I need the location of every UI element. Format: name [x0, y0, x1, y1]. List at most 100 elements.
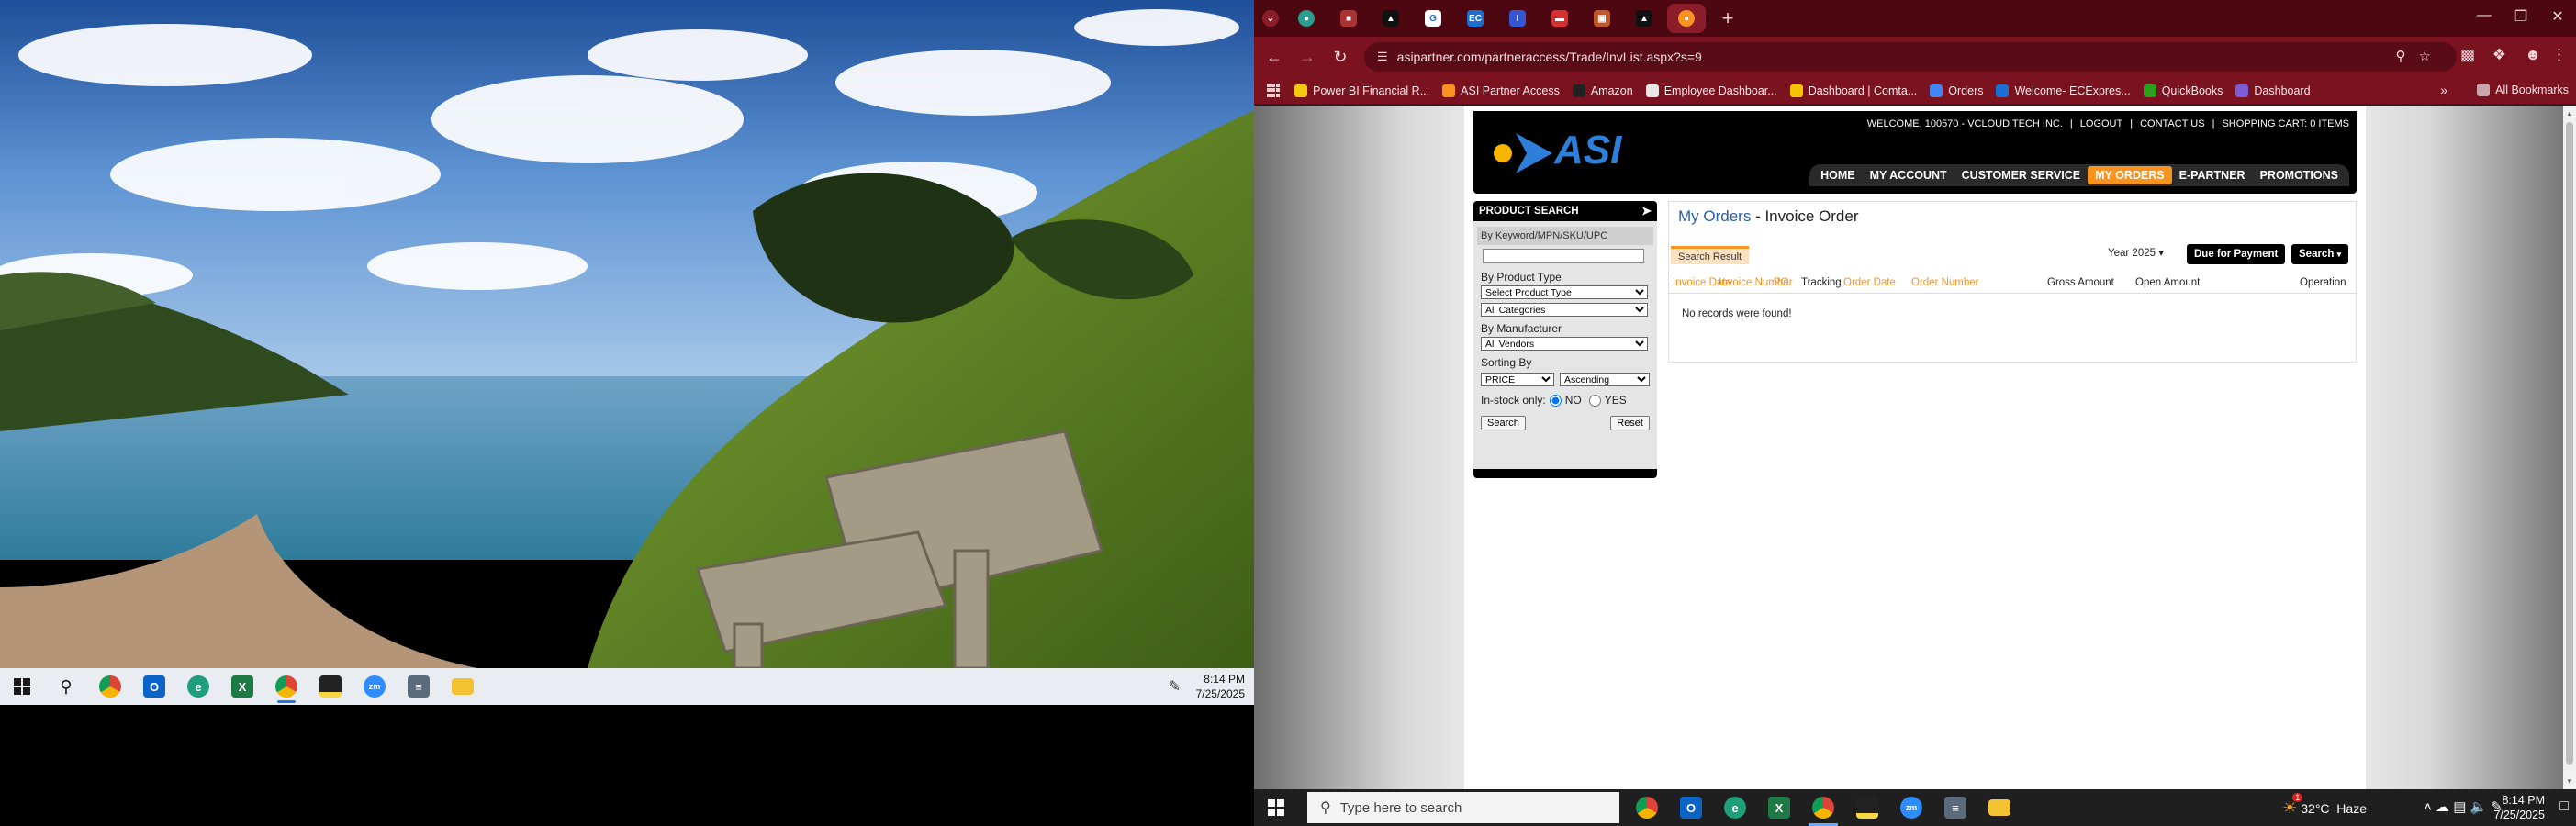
profile-avatar-icon[interactable]: ☻	[2525, 46, 2541, 64]
bookmark-item[interactable]: Dashboard | Comta...	[1789, 84, 1917, 97]
shopping-cart-link[interactable]: SHOPPING CART: 0 ITEMS	[2222, 118, 2349, 129]
start-button[interactable]	[0, 668, 44, 705]
taskbar-chrome-2[interactable]	[1801, 789, 1845, 826]
forward-button[interactable]: →	[1291, 40, 1324, 73]
maximize-button[interactable]: ❐	[2503, 7, 2539, 26]
contact-us-link[interactable]: CONTACT US	[2140, 118, 2205, 129]
browser-tab-2[interactable]: ■	[1329, 4, 1368, 33]
taskbar-edge[interactable]: e	[1713, 789, 1757, 826]
taskbar-calculator[interactable]: ≡	[397, 668, 441, 705]
taskbar-outlook[interactable]: O	[132, 668, 176, 705]
taskbar-outlook[interactable]: O	[1669, 789, 1713, 826]
taskbar-chrome-2[interactable]	[264, 668, 308, 705]
system-tray-icons[interactable]: ˄ ☁ ▤ 🔈 ✎	[2424, 798, 2503, 815]
product-search-button[interactable]: Search	[1481, 416, 1526, 430]
taskbar-zoom[interactable]: zm	[1889, 789, 1933, 826]
left-clock[interactable]: 8:14 PM 7/25/2025	[1196, 672, 1245, 701]
apps-grid-icon[interactable]	[1267, 83, 1282, 98]
nav-customer-service[interactable]: CUSTOMER SERVICE	[1954, 166, 2088, 184]
orders-search-button[interactable]: Search ▾	[2291, 244, 2349, 264]
taskbar-zoom[interactable]: zm	[353, 668, 397, 705]
taskbar-calculator[interactable]: ≡	[1933, 789, 1977, 826]
extension-profile-icon[interactable]: ▩	[2460, 46, 2475, 64]
bookmark-item[interactable]: ASI Partner Access	[1442, 84, 1560, 97]
taskbar-chrome[interactable]	[1625, 789, 1669, 826]
browser-tab-3[interactable]: ▲	[1372, 4, 1410, 33]
col-order-number[interactable]: Order Number	[1911, 277, 1979, 288]
scrollbar-thumb[interactable]	[2566, 122, 2573, 765]
search-button[interactable]: ⚲	[44, 668, 88, 705]
taskbar-sticky-notes[interactable]	[308, 668, 353, 705]
volume-icon[interactable]: 🔈	[2470, 799, 2488, 815]
nav-home[interactable]: HOME	[1813, 166, 1863, 184]
nav-promotions[interactable]: PROMOTIONS	[2253, 166, 2346, 184]
address-bar[interactable]: ☰ asipartner.com/partneraccess/Trade/Inv…	[1364, 42, 2457, 72]
minimize-button[interactable]: —	[2466, 7, 2503, 24]
taskbar-edge[interactable]: e	[176, 668, 220, 705]
bookmark-item[interactable]: Dashboard	[2235, 84, 2311, 97]
weather-widget[interactable]: ☀ 1 32°C Haze	[2282, 793, 2367, 818]
browser-tab-7[interactable]: ▬	[1540, 4, 1579, 33]
year-select[interactable]: Year 2025 ▾	[2108, 246, 2164, 259]
close-window-button[interactable]: ✕	[2539, 7, 2576, 26]
col-order-date[interactable]: Order Date	[1843, 277, 1896, 288]
notification-icon[interactable]: □	[2559, 798, 2569, 815]
bookmark-item[interactable]: Orders	[1930, 84, 1983, 97]
network-icon[interactable]: ▤	[2453, 799, 2466, 815]
browser-tab-6[interactable]: I	[1498, 4, 1537, 33]
chevron-up-icon[interactable]: ˄	[2424, 799, 2432, 815]
bookmark-star-icon[interactable]: ☆	[2419, 49, 2444, 64]
back-button[interactable]: ←	[1258, 40, 1291, 73]
nav-e-partner[interactable]: E-PARTNER	[2172, 166, 2253, 184]
page-scrollbar[interactable]: ▲ ▼	[2563, 106, 2576, 789]
bookmark-item[interactable]: Power BI Financial R...	[1294, 84, 1429, 97]
taskbar-file-explorer[interactable]	[1977, 789, 2022, 826]
product-type-select[interactable]: Select Product Type	[1481, 285, 1648, 299]
taskbar-chrome[interactable]	[88, 668, 132, 705]
product-reset-button[interactable]: Reset	[1610, 416, 1650, 430]
col-po[interactable]: PO	[1774, 277, 1789, 288]
zoom-lens-icon[interactable]: ⚲	[2396, 49, 2419, 64]
taskbar-excel[interactable]: X	[1757, 789, 1801, 826]
right-clock[interactable]: 8:14 PM 7/25/2025	[2493, 793, 2545, 822]
browser-menu-icon[interactable]: ⋮	[2551, 46, 2567, 64]
bookmark-item[interactable]: Employee Dashboar...	[1645, 84, 1777, 97]
site-info-icon[interactable]: ☰	[1377, 50, 1388, 64]
keyword-input[interactable]	[1483, 249, 1644, 263]
browser-tab-8[interactable]: ▣	[1583, 4, 1621, 33]
sort-order-select[interactable]: Ascending	[1560, 373, 1650, 386]
nav-my-account[interactable]: MY ACCOUNT	[1863, 166, 1954, 184]
bookmarks-overflow-icon[interactable]: »	[2440, 83, 2447, 97]
taskbar-excel[interactable]: X	[220, 668, 264, 705]
tab-search-menu[interactable]: ⌄	[1258, 4, 1283, 33]
my-orders-link[interactable]: My Orders	[1678, 207, 1751, 225]
sort-field-select[interactable]: PRICE	[1481, 373, 1554, 386]
all-bookmarks-button[interactable]: All Bookmarks	[2477, 84, 2569, 96]
bookmark-item[interactable]: QuickBooks	[2143, 84, 2223, 97]
nav-my-orders[interactable]: MY ORDERS	[2088, 166, 2172, 184]
bookmark-item[interactable]: Amazon	[1572, 84, 1633, 97]
cloud-icon[interactable]: ☁	[2436, 799, 2449, 815]
logout-link[interactable]: LOGOUT	[2080, 118, 2122, 129]
product-search-header[interactable]: PRODUCT SEARCH ➤	[1473, 201, 1657, 221]
instock-yes-radio[interactable]	[1588, 394, 1601, 407]
browser-tab-active[interactable]: ●	[1667, 4, 1706, 33]
category-select[interactable]: All Categories	[1481, 303, 1648, 317]
scroll-down-icon[interactable]: ▼	[2566, 777, 2573, 786]
taskbar-search-box[interactable]: ⚲ Type here to search	[1307, 792, 1619, 823]
browser-tab-1[interactable]: ●	[1287, 4, 1326, 33]
taskbar-file-explorer[interactable]	[441, 668, 485, 705]
browser-tab-9[interactable]: ▲	[1625, 4, 1663, 33]
pen-icon[interactable]: ✎	[1169, 677, 1181, 696]
scroll-up-icon[interactable]: ▲	[2566, 109, 2573, 117]
bookmark-item[interactable]: Welcome- ECExpres...	[1996, 84, 2131, 97]
due-for-payment-button[interactable]: Due for Payment	[2187, 244, 2286, 264]
vendor-select[interactable]: All Vendors	[1481, 337, 1648, 351]
instock-no-radio[interactable]	[1549, 394, 1562, 407]
extensions-puzzle-icon[interactable]: ❖	[2492, 46, 2506, 64]
browser-tab-4[interactable]: G	[1414, 4, 1452, 33]
browser-tab-5[interactable]: EC	[1456, 4, 1495, 33]
new-tab-button[interactable]: +	[1713, 4, 1742, 33]
start-button[interactable]	[1254, 789, 1298, 826]
reload-button[interactable]: ↻	[1324, 40, 1357, 73]
